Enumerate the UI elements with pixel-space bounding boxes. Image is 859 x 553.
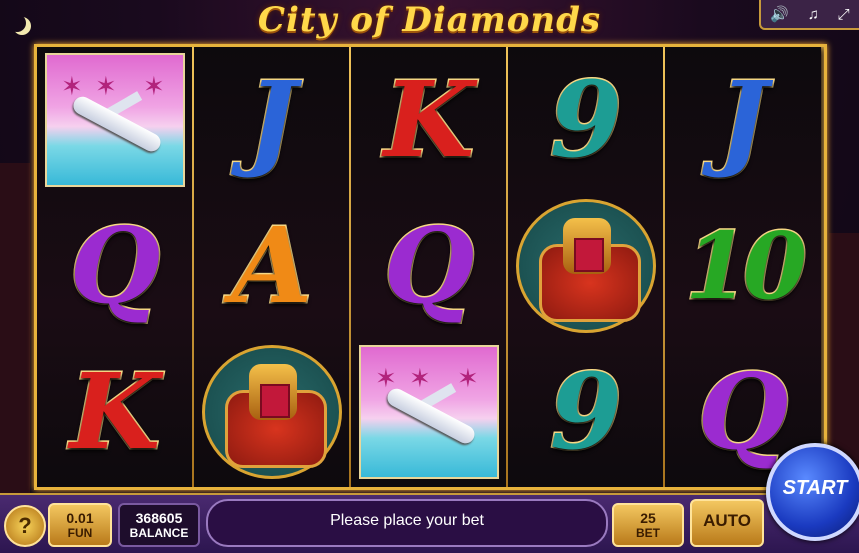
status-message: Please place your bet — [206, 499, 608, 547]
private-jet-icon: ✶ ✶ ✶ — [359, 345, 499, 479]
game-title: City of Diamonds — [257, 0, 602, 40]
top-controls: 🔊 ♫ ⤢ — [759, 0, 859, 30]
symbol-label: 9 — [548, 350, 623, 473]
start-button[interactable]: START — [766, 443, 859, 541]
symbol-label: 9 — [548, 58, 623, 181]
symbol-label: A — [230, 204, 314, 327]
balance-label: BALANCE — [129, 526, 189, 540]
reel-4: 99 — [508, 47, 664, 487]
reel-divider — [349, 47, 351, 487]
symbol-ring — [508, 193, 664, 339]
bet-value: 25 — [640, 510, 656, 526]
symbol-k: K — [37, 339, 193, 485]
symbol-j: J — [194, 47, 350, 193]
reel-3: K Q ✶ ✶ ✶ — [351, 47, 507, 487]
symbol-9: 9 — [508, 47, 664, 193]
symbol-j: J — [665, 47, 821, 193]
ruby-ring-icon — [202, 345, 342, 479]
symbol-label: K — [382, 58, 475, 181]
control-panel: ? 0.01 FUN 368605 BALANCE Please place y… — [0, 493, 859, 553]
ruby-ring-icon — [516, 199, 656, 333]
palm-tree-icon: ✶ — [457, 363, 479, 393]
reel-5: J 10 Q — [665, 47, 821, 487]
reel-divider — [506, 47, 508, 487]
reel-1: ✶ ✶ ✶ Q K — [37, 47, 193, 487]
palm-tree-icon: ✶ — [143, 71, 165, 101]
symbol-a: A — [194, 193, 350, 339]
symbol-10: 10 — [665, 193, 821, 339]
symbol-label: J — [717, 58, 769, 181]
reel-2: JA — [194, 47, 350, 487]
symbol-9: 9 — [508, 339, 664, 485]
palm-tree-icon: ✶ — [95, 71, 117, 101]
coin-label: FUN — [67, 526, 93, 540]
symbol-k: K — [351, 47, 507, 193]
reel-divider — [192, 47, 194, 487]
balance-display: 368605 BALANCE — [118, 503, 200, 547]
balance-value: 368605 — [135, 510, 183, 526]
palm-tree-icon: ✶ — [409, 363, 431, 393]
coin-value-button[interactable]: 0.01 FUN — [48, 503, 112, 547]
symbol-q: Q — [37, 193, 193, 339]
speaker-icon[interactable]: 🔊 — [770, 5, 789, 23]
symbol-label: K — [68, 350, 161, 473]
bet-button[interactable]: 25 BET — [612, 503, 684, 547]
symbol-label: 10 — [683, 212, 808, 320]
symbol-label: Q — [382, 204, 476, 327]
bet-label: BET — [636, 526, 660, 540]
symbol-ring — [194, 339, 350, 485]
symbol-label: J — [246, 58, 298, 181]
building-left — [0, 163, 30, 493]
help-button[interactable]: ? — [4, 505, 46, 547]
symbol-jet: ✶ ✶ ✶ — [351, 339, 507, 485]
ring-gem — [574, 238, 604, 272]
reel-frame: ✶ ✶ ✶ Q K J A K Q ✶ ✶ ✶ 9 9 J 10 Q — [34, 44, 827, 490]
auto-button[interactable]: AUTO — [690, 499, 764, 547]
fullscreen-icon[interactable]: ⤢ — [838, 6, 850, 23]
private-jet-icon: ✶ ✶ ✶ — [45, 53, 185, 187]
reel-divider — [663, 47, 665, 487]
music-note-icon[interactable]: ♫ — [808, 6, 819, 23]
symbol-label: Q — [696, 350, 790, 473]
coin-value: 0.01 — [66, 510, 94, 526]
symbol-jet: ✶ ✶ ✶ — [37, 47, 193, 193]
ring-gem — [260, 384, 290, 418]
symbol-q: Q — [351, 193, 507, 339]
symbol-label: Q — [68, 204, 162, 327]
